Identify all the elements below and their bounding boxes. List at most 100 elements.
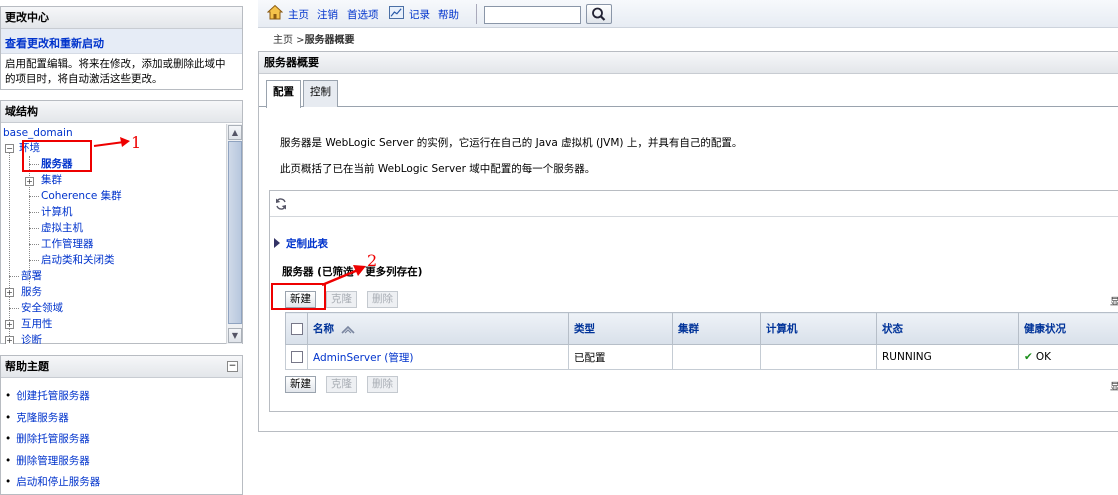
record-link[interactable]: 记录: [409, 7, 430, 22]
tree-scrollbar[interactable]: ▲ ▼: [226, 124, 242, 344]
collapse-icon[interactable]: −: [5, 144, 14, 153]
column-header-health[interactable]: 健康状况: [1019, 313, 1118, 345]
tree-line: [9, 308, 19, 309]
tree-line: [29, 196, 39, 197]
table-row: AdminServer (管理) 已配置 RUNNING ✔OK: [286, 345, 1118, 370]
breadcrumb-separator: >: [293, 35, 305, 46]
clone-button-bottom[interactable]: 克隆: [326, 376, 357, 393]
help-topic-link[interactable]: 删除管理服务器: [5, 451, 242, 473]
server-name-link[interactable]: AdminServer (管理): [313, 352, 413, 364]
annotation-box-new-button: [271, 283, 326, 310]
home-icon[interactable]: [267, 4, 283, 20]
display-indicator-bottom: 显: [1110, 378, 1118, 393]
tree-item-diagnostics[interactable]: 诊断: [21, 333, 42, 344]
table-toolbar-top: 新建 克隆 删除 显: [285, 291, 1118, 308]
column-header-name[interactable]: 名称: [308, 313, 569, 345]
collapse-icon[interactable]: −: [227, 361, 238, 372]
help-topic-link[interactable]: 删除托管服务器: [5, 429, 242, 451]
expand-icon[interactable]: +: [5, 320, 14, 329]
search-input[interactable]: [484, 6, 581, 24]
tree-line: [9, 144, 10, 340]
row-select-cell: [286, 345, 308, 370]
refresh-icon[interactable]: [274, 197, 288, 211]
divider: [270, 216, 1118, 217]
tree-item-machines[interactable]: 计算机: [41, 205, 73, 219]
cell-machine: [761, 345, 877, 370]
servers-table-container: 定制此表 服务器 (已筛选 - 更多列存在) 新建 克隆 删除 显 名称 类型 …: [269, 190, 1118, 412]
cell-health: ✔OK: [1019, 345, 1118, 370]
tree-item-clusters[interactable]: 集群: [41, 173, 62, 187]
cell-name: AdminServer (管理): [308, 345, 569, 370]
expand-icon[interactable]: +: [5, 288, 14, 297]
column-header-machine[interactable]: 计算机: [761, 313, 877, 345]
annotation-arrow-2-icon: [320, 262, 368, 288]
clone-button[interactable]: 克隆: [326, 291, 357, 308]
record-icon[interactable]: [389, 6, 404, 19]
change-center-description: 启用配置编辑。将来在修改，添加或删除此域中 的项目时，将自动激活这些更改。: [1, 54, 242, 90]
customize-table-link[interactable]: 定制此表: [274, 236, 328, 251]
servers-summary-panel: 服务器概要 配置 控制 服务器是 WebLogic Server 的实例，它运行…: [258, 51, 1118, 432]
delete-button[interactable]: 删除: [367, 291, 398, 308]
tree-line: [9, 276, 19, 277]
help-topics-panel: 帮助主题 − 创建托管服务器 克隆服务器 删除托管服务器 删除管理服务器 启动和…: [0, 355, 243, 495]
view-changes-link[interactable]: 查看更改和重新启动: [1, 29, 242, 54]
display-indicator: 显: [1110, 293, 1118, 308]
tree-item-startup-shutdown[interactable]: 启动类和关闭类: [41, 253, 115, 267]
help-topic-link[interactable]: 克隆服务器: [5, 408, 242, 430]
column-header-type[interactable]: 类型: [569, 313, 673, 345]
tree-line: [29, 212, 39, 213]
tree-item-virtual-hosts[interactable]: 虚拟主机: [41, 221, 83, 235]
scroll-down-icon[interactable]: ▼: [228, 328, 242, 343]
annotation-arrow-1-icon: [92, 136, 132, 150]
annotation-number-2: 2: [367, 251, 377, 270]
help-link[interactable]: 帮助: [438, 7, 459, 22]
panel-title: 服务器概要: [259, 52, 1118, 74]
health-label: OK: [1036, 351, 1051, 363]
sort-ascending-icon[interactable]: [341, 325, 355, 334]
tab-configuration[interactable]: 配置: [266, 80, 301, 108]
tab-control[interactable]: 控制: [303, 80, 338, 107]
tree-item-security-realms[interactable]: 安全领域: [21, 301, 63, 315]
scroll-thumb[interactable]: [228, 141, 242, 324]
change-center-title: 更改中心: [1, 7, 242, 29]
domain-structure-title: 域结构: [1, 101, 242, 123]
table-header-row: 名称 类型 集群 计算机 状态 健康状况: [286, 313, 1118, 345]
servers-table: 名称 类型 集群 计算机 状态 健康状况 AdminServer (管理) 已配…: [285, 312, 1118, 370]
help-topics-list: 创建托管服务器 克隆服务器 删除托管服务器 删除管理服务器 启动和停止服务器: [1, 378, 242, 494]
toolbar-divider: [476, 4, 477, 24]
help-topic-link[interactable]: 创建托管服务器: [5, 386, 242, 408]
top-toolbar: 主页 注销 首选项 记录 帮助: [258, 0, 1118, 28]
home-link[interactable]: 主页: [288, 7, 309, 22]
row-checkbox[interactable]: [291, 351, 303, 363]
left-sidebar: 更改中心 查看更改和重新启动 启用配置编辑。将来在修改，添加或删除此域中 的项目…: [0, 0, 244, 492]
scroll-up-icon[interactable]: ▲: [228, 125, 242, 140]
tree-line: [29, 156, 30, 284]
tree-item-coherence[interactable]: Coherence 集群: [41, 189, 122, 203]
select-all-cell: [286, 313, 308, 345]
logout-link[interactable]: 注销: [317, 7, 338, 22]
new-button-bottom[interactable]: 新建: [285, 376, 316, 393]
tree-item-work-managers[interactable]: 工作管理器: [41, 237, 94, 251]
tree-item-services[interactable]: 服务: [21, 285, 42, 299]
column-header-state[interactable]: 状态: [877, 313, 1019, 345]
tree-line: [29, 244, 39, 245]
breadcrumb-home-link[interactable]: 主页: [273, 35, 293, 46]
tree-line: [29, 228, 39, 229]
delete-button-bottom[interactable]: 删除: [367, 376, 398, 393]
preferences-link[interactable]: 首选项: [347, 7, 379, 22]
cell-cluster: [673, 345, 761, 370]
select-all-checkbox[interactable]: [291, 323, 303, 335]
cell-state: RUNNING: [877, 345, 1019, 370]
change-center-desc-line2: 的项目时，将自动激活这些更改。: [5, 72, 238, 87]
help-topic-link[interactable]: 启动和停止服务器: [5, 472, 242, 494]
tab-bar: 配置 控制: [259, 74, 1118, 107]
expand-icon[interactable]: +: [25, 177, 34, 186]
search-button[interactable]: [586, 4, 612, 24]
tree-item-deployments[interactable]: 部署: [21, 269, 42, 283]
tree-root-base-domain[interactable]: base_domain: [3, 126, 73, 140]
description-2: 此页概括了已在当前 WebLogic Server 域中配置的每一个服务器。: [280, 161, 595, 176]
column-header-cluster[interactable]: 集群: [673, 313, 761, 345]
annotation-number-1: 1: [131, 133, 141, 152]
expand-icon[interactable]: +: [5, 336, 14, 344]
tree-item-interoperability[interactable]: 互用性: [21, 317, 53, 331]
